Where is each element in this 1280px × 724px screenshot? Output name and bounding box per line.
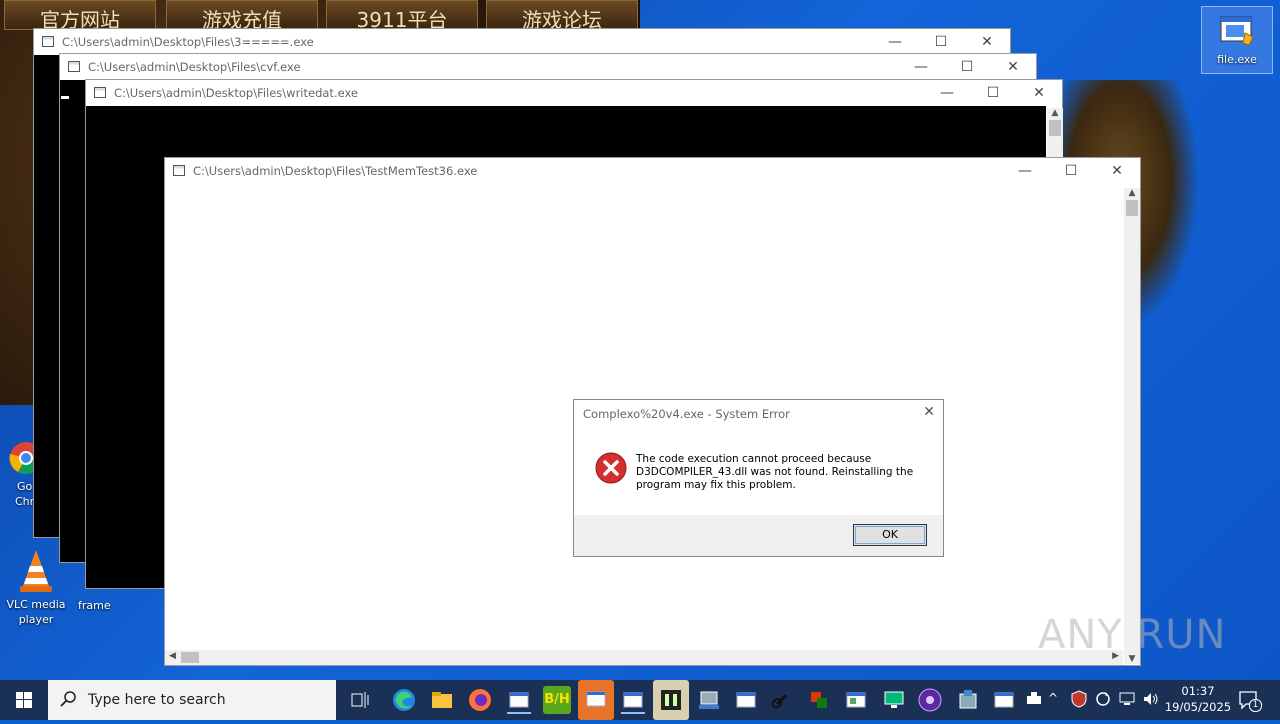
close-button[interactable]: ✕ bbox=[1094, 158, 1140, 184]
maximize-button[interactable]: ☐ bbox=[1048, 158, 1094, 184]
active-indicator bbox=[507, 712, 531, 714]
sync-tray-icon[interactable] bbox=[1095, 691, 1111, 711]
edge-icon[interactable] bbox=[390, 686, 418, 714]
minimize-button[interactable]: — bbox=[924, 80, 970, 106]
dialog-close-button[interactable]: ✕ bbox=[923, 404, 935, 420]
clock-time: 01:37 bbox=[1181, 684, 1215, 698]
desktop-icon-label: VLC media bbox=[6, 598, 66, 611]
start-button[interactable] bbox=[0, 680, 48, 720]
window-titlebar[interactable]: C:\Users\admin\Desktop\Files\writedat.ex… bbox=[86, 80, 1062, 106]
window-title: C:\Users\admin\Desktop\Files\3=====.exe bbox=[62, 35, 314, 49]
purple-app-icon[interactable] bbox=[916, 686, 944, 714]
ok-button[interactable]: OK bbox=[853, 524, 927, 546]
clock[interactable]: 01:37 19/05/2025 bbox=[1162, 683, 1234, 715]
window-title: C:\Users\admin\Desktop\Files\writedat.ex… bbox=[114, 86, 358, 100]
minimize-button[interactable]: — bbox=[872, 29, 918, 55]
horizontal-scrollbar[interactable]: ◀ ▶ bbox=[165, 650, 1123, 665]
desktop-icon-frame[interactable]: frame bbox=[74, 598, 114, 613]
firefox-icon[interactable] bbox=[466, 686, 494, 714]
console-task-icon[interactable] bbox=[505, 686, 533, 714]
console-task-icon-active[interactable] bbox=[578, 680, 614, 720]
file-exe-icon bbox=[1217, 13, 1257, 49]
desktop-icon-label: file.exe bbox=[1217, 53, 1257, 66]
scroll-left-arrow-icon[interactable]: ◀ bbox=[169, 651, 176, 661]
maximize-button[interactable]: ☐ bbox=[970, 80, 1016, 106]
game-nav-item: 官方网站 bbox=[4, 0, 156, 30]
maximize-button[interactable]: ☐ bbox=[944, 54, 990, 80]
scrollbar-thumb[interactable] bbox=[1126, 200, 1138, 216]
window-titlebar[interactable]: C:\Users\admin\Desktop\Files\3=====.exe … bbox=[34, 29, 1010, 55]
window-titlebar[interactable]: C:\Users\admin\Desktop\Files\TestMemTest… bbox=[165, 158, 1140, 184]
task-view-icon[interactable] bbox=[346, 686, 374, 714]
vertical-scrollbar[interactable]: ▲ ▼ bbox=[1124, 188, 1140, 664]
minimize-button[interactable]: — bbox=[898, 54, 944, 80]
anyrun-watermark: ANY RUN bbox=[1038, 612, 1227, 658]
text-cursor bbox=[61, 96, 69, 99]
scrollbar-thumb[interactable] bbox=[181, 652, 199, 663]
window-title: C:\Users\admin\Desktop\Files\TestMemTest… bbox=[193, 164, 478, 178]
console-app-icon bbox=[42, 36, 54, 47]
vlc-icon bbox=[16, 548, 56, 594]
taskbar: Type here to search B/H ^ 01:37 19/05/20… bbox=[0, 680, 1280, 720]
office-app-icon[interactable] bbox=[805, 686, 833, 714]
close-button[interactable]: ✕ bbox=[1016, 80, 1062, 106]
dialog-title: Complexo%20v4.exe - System Error bbox=[583, 407, 790, 421]
error-icon bbox=[595, 452, 627, 488]
desktop-icon-file-exe[interactable]: file.exe bbox=[1201, 6, 1273, 74]
scroll-up-arrow-icon[interactable]: ▲ bbox=[1124, 188, 1140, 198]
console-app-icon bbox=[173, 165, 185, 176]
search-icon bbox=[60, 690, 78, 712]
close-button[interactable]: ✕ bbox=[964, 29, 1010, 55]
game-nav-item: 3911平台 bbox=[326, 0, 478, 30]
window-app-icon[interactable] bbox=[842, 686, 870, 714]
bh-app-icon[interactable]: B/H bbox=[543, 686, 571, 714]
console-task-icon[interactable] bbox=[619, 686, 647, 714]
notification-badge: 1 bbox=[1249, 699, 1262, 712]
window-titlebar[interactable]: C:\Users\admin\Desktop\Files\cvf.exe — ☐… bbox=[60, 54, 1036, 80]
installer-app-icon[interactable] bbox=[954, 686, 982, 714]
console-app-icon bbox=[68, 61, 80, 72]
active-indicator bbox=[621, 712, 645, 714]
maximize-button[interactable]: ☐ bbox=[918, 29, 964, 55]
dialog-footer: OK bbox=[574, 515, 943, 556]
system-error-dialog[interactable]: Complexo%20v4.exe - System Error ✕ The c… bbox=[573, 399, 944, 557]
console-task-icon[interactable] bbox=[990, 686, 1018, 714]
volume-icon[interactable] bbox=[1142, 691, 1160, 711]
monitor-app-icon[interactable] bbox=[880, 686, 908, 714]
close-button[interactable]: ✕ bbox=[990, 54, 1036, 80]
antivirus-tray-icon[interactable] bbox=[1070, 690, 1088, 712]
minimize-button[interactable]: — bbox=[1002, 158, 1048, 184]
error-message: The code execution cannot proceed becaus… bbox=[636, 453, 914, 491]
desktop-icon-label: frame bbox=[78, 599, 111, 612]
network-tool-icon[interactable] bbox=[695, 686, 723, 714]
scroll-up-arrow-icon[interactable]: ▲ bbox=[1047, 108, 1063, 118]
network-icon[interactable] bbox=[1118, 691, 1136, 711]
link-icon[interactable] bbox=[768, 686, 796, 714]
console-app-icon bbox=[94, 87, 106, 98]
chevron-up-icon[interactable]: ^ bbox=[1048, 691, 1058, 705]
clock-date: 19/05/2025 bbox=[1164, 700, 1232, 714]
game-nav-item: 游戏论坛 bbox=[486, 0, 638, 30]
window-title: C:\Users\admin\Desktop\Files\cvf.exe bbox=[88, 60, 301, 74]
search-box[interactable]: Type here to search bbox=[48, 680, 336, 720]
console-task-icon[interactable] bbox=[732, 686, 760, 714]
file-explorer-icon[interactable] bbox=[428, 686, 456, 714]
scrollbar-thumb[interactable] bbox=[1049, 120, 1061, 136]
game-nav-item: 游戏充值 bbox=[166, 0, 318, 30]
game-app-icon[interactable] bbox=[653, 680, 689, 720]
desktop-icon-label-2: player bbox=[18, 613, 54, 626]
tray-app-icon[interactable] bbox=[1020, 686, 1048, 714]
windows-logo-icon bbox=[16, 692, 32, 708]
search-placeholder: Type here to search bbox=[88, 692, 226, 708]
